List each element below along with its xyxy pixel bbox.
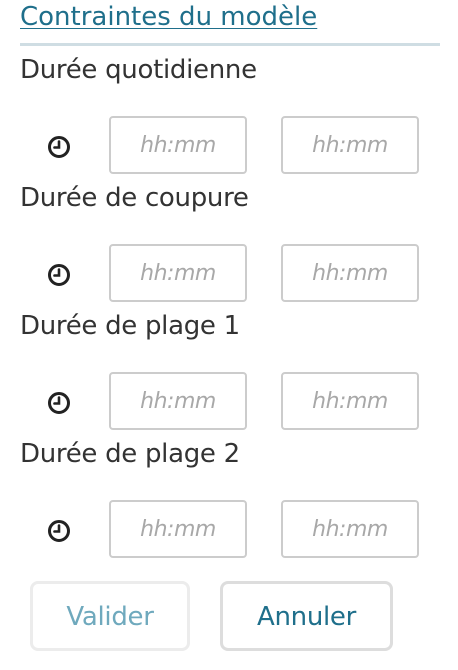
section-label: Durée de coupure: [20, 183, 249, 213]
range-2-duration-max-input[interactable]: [281, 500, 419, 558]
break-duration-max-input[interactable]: [281, 244, 419, 302]
title-divider: [20, 43, 440, 46]
clock-icon: [47, 263, 71, 287]
section-label: Durée de plage 2: [20, 439, 240, 469]
section-label: Durée de plage 1: [20, 311, 240, 341]
section-label: Durée quotidienne: [20, 55, 257, 85]
panel-title[interactable]: Contraintes du modèle: [20, 2, 317, 32]
clock-icon: [47, 135, 71, 159]
validate-button[interactable]: Valider: [30, 581, 190, 651]
cancel-button[interactable]: Annuler: [220, 581, 393, 651]
daily-duration-max-input[interactable]: [281, 116, 419, 174]
range-2-duration-min-input[interactable]: [109, 500, 247, 558]
range-1-duration-min-input[interactable]: [109, 372, 247, 430]
clock-icon: [47, 391, 71, 415]
range-1-duration-max-input[interactable]: [281, 372, 419, 430]
daily-duration-min-input[interactable]: [109, 116, 247, 174]
break-duration-min-input[interactable]: [109, 244, 247, 302]
clock-icon: [47, 519, 71, 543]
